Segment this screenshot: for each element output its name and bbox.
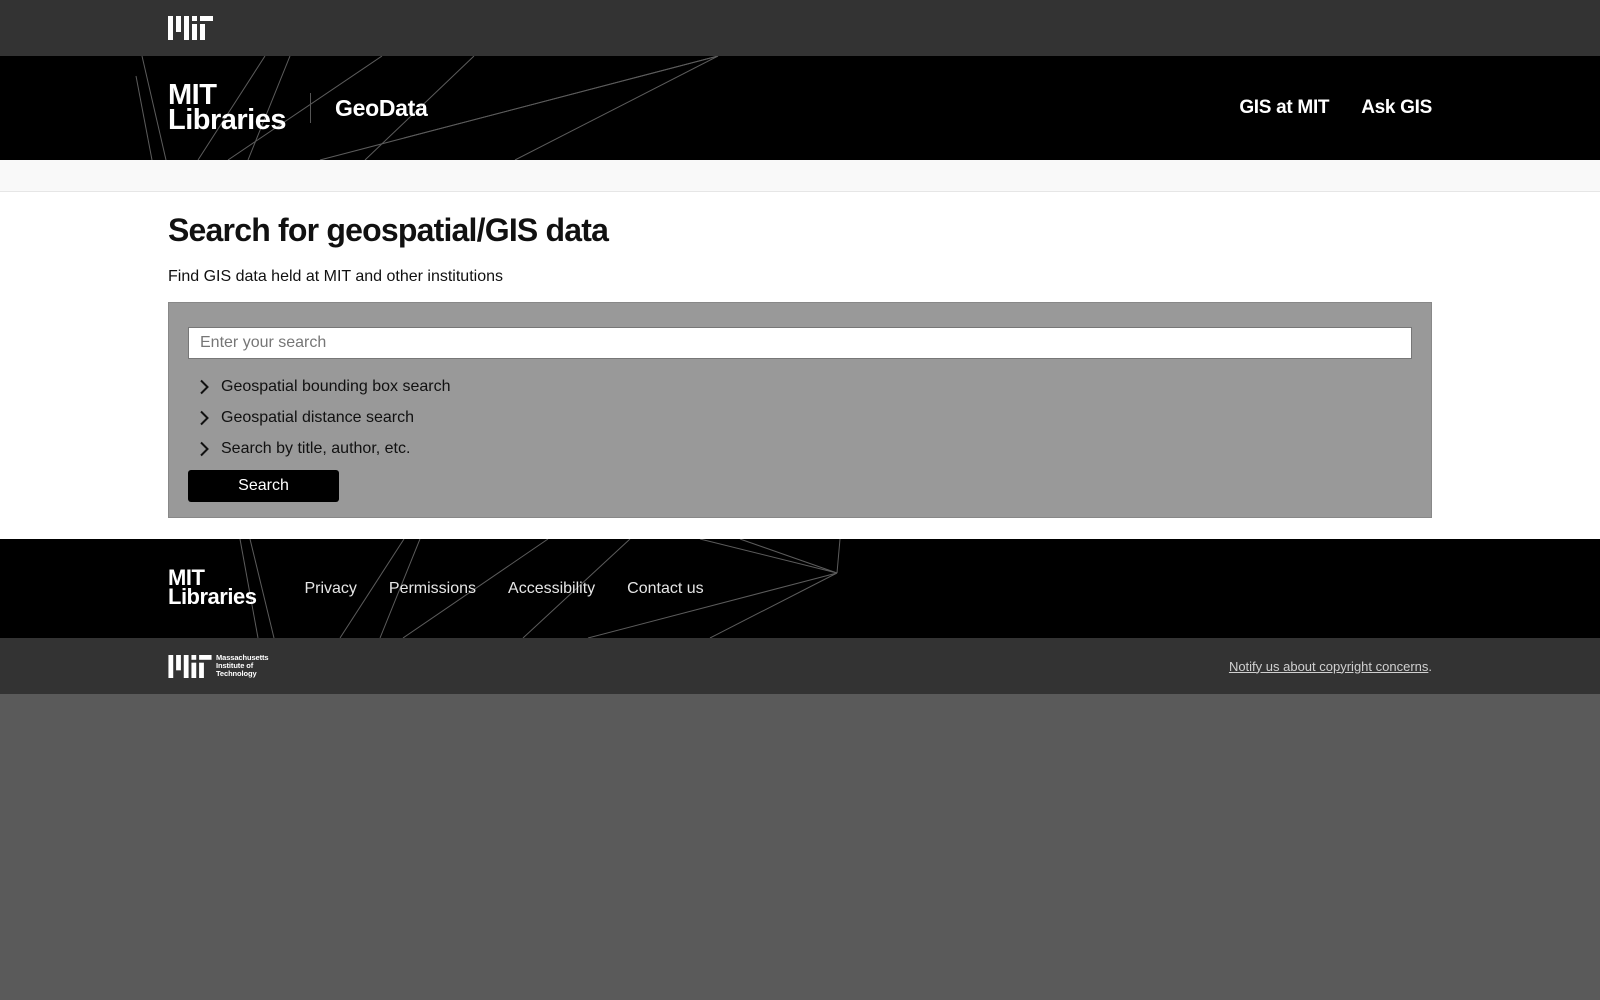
footer-mit-libraries-logo[interactable]: MIT Libraries <box>168 566 257 609</box>
toggle-label: Geospatial bounding box search <box>221 377 451 395</box>
chevron-right-icon <box>199 410 213 426</box>
site-footer: MIT Libraries Privacy Permissions Access… <box>0 539 1600 638</box>
mit-logo-icon <box>168 654 212 678</box>
mit-top-bar <box>0 0 1600 56</box>
search-input[interactable] <box>188 327 1412 359</box>
institute-name-line3: Technology <box>216 668 257 678</box>
site-header: MIT Libraries GeoData GIS at MIT Ask GIS <box>0 56 1600 160</box>
institute-name: Massachusetts Institute of Technology <box>216 654 269 678</box>
toggle-title-author-search[interactable]: Search by title, author, etc. <box>188 433 1412 464</box>
nav-ask-gis[interactable]: Ask GIS <box>1361 97 1432 119</box>
toggle-label: Geospatial distance search <box>221 408 414 426</box>
header-nav: GIS at MIT Ask GIS <box>1239 97 1432 119</box>
search-button[interactable]: Search <box>188 470 339 502</box>
mit-logo-link[interactable] <box>168 16 213 40</box>
chevron-right-icon <box>199 379 213 395</box>
toggle-distance-search[interactable]: Geospatial distance search <box>188 402 1412 433</box>
footer-link-contact[interactable]: Contact us <box>627 580 703 598</box>
advanced-search-toggles: Geospatial bounding box search Geospatia… <box>188 371 1412 464</box>
site-title[interactable]: GeoData <box>335 95 428 122</box>
footer-link-permissions[interactable]: Permissions <box>389 580 476 598</box>
footer-logo-line-libraries: Libraries <box>168 583 257 609</box>
page-description: Find GIS data held at MIT and other inst… <box>168 268 503 285</box>
copyright-suffix: . <box>1428 658 1432 674</box>
institute-bar: Massachusetts Institute of Technology No… <box>0 638 1600 694</box>
chevron-right-icon <box>199 441 213 457</box>
mit-logo-icon <box>168 16 213 40</box>
toggle-label: Search by title, author, etc. <box>221 439 411 457</box>
copyright-notice: Notify us about copyright concerns. <box>1229 659 1432 674</box>
logo-line-libraries: Libraries <box>168 104 287 136</box>
footer-nav: Privacy Permissions Accessibility Contac… <box>304 580 703 598</box>
nav-gis-at-mit[interactable]: GIS at MIT <box>1239 97 1329 119</box>
header-divider <box>310 93 311 123</box>
footer-link-privacy[interactable]: Privacy <box>304 580 356 598</box>
toggle-bounding-box-search[interactable]: Geospatial bounding box search <box>188 371 1412 402</box>
search-panel: Geospatial bounding box search Geospatia… <box>168 302 1432 518</box>
main-content: Search for geospatial/GIS data Find GIS … <box>0 192 1600 539</box>
breadcrumb-strip <box>0 160 1600 192</box>
page-title: Search for geospatial/GIS data <box>168 212 609 248</box>
mit-libraries-logo[interactable]: MIT Libraries <box>168 81 287 136</box>
footer-link-accessibility[interactable]: Accessibility <box>508 580 595 598</box>
copyright-concerns-link[interactable]: Notify us about copyright concerns <box>1229 659 1428 674</box>
mit-institute-logo[interactable]: Massachusetts Institute of Technology <box>168 654 269 678</box>
